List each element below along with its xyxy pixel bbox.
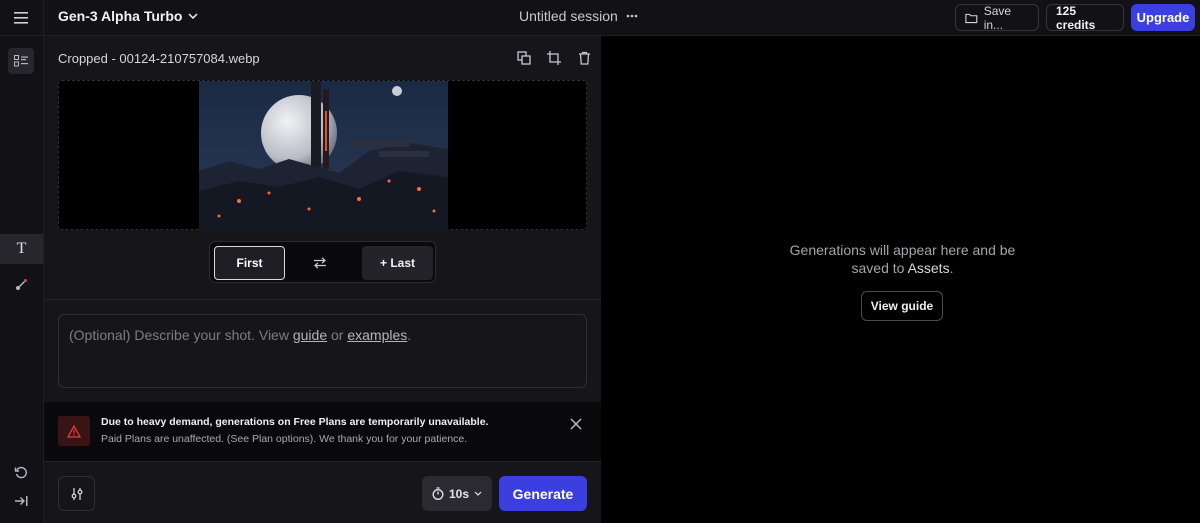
- footer-divider: [44, 461, 601, 462]
- menu-icon[interactable]: [10, 7, 32, 29]
- reset-icon[interactable]: [8, 460, 34, 486]
- upgrade-button[interactable]: Upgrade: [1131, 4, 1195, 31]
- demand-notice: Due to heavy demand, generations on Free…: [44, 402, 601, 461]
- session-title-area[interactable]: Untitled session: [519, 8, 638, 24]
- credits-label: 125 credits: [1056, 3, 1096, 32]
- collapse-icon[interactable]: [8, 488, 34, 514]
- empty-state-line1: Generations will appear here and be: [789, 242, 1016, 258]
- settings-button[interactable]: [58, 476, 95, 511]
- view-guide-label: View guide: [870, 299, 934, 313]
- close-icon[interactable]: [568, 416, 584, 432]
- file-name: Cropped - 00124-210757084.webp: [58, 51, 260, 66]
- chevron-down-icon: [188, 13, 198, 19]
- prompt-placeholder-suffix: .: [407, 327, 412, 343]
- swap-icon[interactable]: [309, 252, 331, 274]
- last-keyframe-label: + Last: [379, 256, 415, 270]
- sliders-icon: [71, 487, 82, 500]
- panel-divider: [44, 299, 601, 300]
- last-keyframe-button[interactable]: + Last: [362, 246, 433, 280]
- file-tools: [516, 50, 592, 66]
- chevron-down-icon: [474, 491, 482, 496]
- output-area: Generations will appear here and be save…: [601, 36, 1200, 523]
- empty-state-line2-suffix: .: [949, 260, 954, 276]
- session-title: Untitled session: [519, 8, 618, 24]
- model-name: Gen-3 Alpha Turbo: [58, 8, 183, 24]
- upgrade-label: Upgrade: [1136, 10, 1190, 25]
- keyframe-toggle: First + Last: [209, 241, 436, 283]
- app-root: Gen-3 Alpha Turbo Untitled session Save …: [0, 0, 1200, 523]
- assets-link[interactable]: Assets: [908, 260, 950, 276]
- notice-title: Due to heavy demand, generations on Free…: [101, 416, 489, 428]
- model-selector[interactable]: Gen-3 Alpha Turbo: [58, 8, 198, 24]
- duration-selector[interactable]: 10s: [422, 476, 492, 511]
- list-icon[interactable]: [8, 48, 34, 74]
- folder-icon: [965, 13, 978, 23]
- left-rail: T: [0, 36, 44, 523]
- empty-state-line2-prefix: saved to: [851, 260, 908, 276]
- generation-panel: Cropped - 00124-210757084.webp First + L…: [44, 36, 601, 523]
- crop-icon[interactable]: [546, 50, 562, 66]
- credits-button[interactable]: 125 credits: [1046, 3, 1124, 32]
- view-guide-button[interactable]: View guide: [861, 291, 943, 321]
- image-dropzone[interactable]: [58, 80, 587, 230]
- top-bar: Gen-3 Alpha Turbo Untitled session Save …: [0, 0, 1200, 36]
- more-icon[interactable]: [626, 14, 638, 18]
- warning-icon: [58, 416, 90, 446]
- header-divider: [43, 0, 44, 36]
- prompt-placeholder-prefix: (Optional) Describe your shot. View: [69, 327, 293, 343]
- save-in-label: Save in...: [983, 3, 1012, 32]
- first-keyframe-button[interactable]: First: [214, 246, 285, 280]
- first-keyframe-label: First: [236, 256, 263, 270]
- trash-icon[interactable]: [576, 50, 592, 66]
- empty-state-message: Generations will appear here and be save…: [601, 241, 1200, 277]
- generate-button[interactable]: Generate: [499, 476, 587, 511]
- generate-label: Generate: [512, 485, 574, 502]
- prompt-placeholder-middle: or: [327, 327, 348, 343]
- prompt-input[interactable]: (Optional) Describe your shot. View guid…: [58, 314, 587, 388]
- empty-state-line2: saved to Assets.: [601, 259, 1200, 277]
- brush-icon[interactable]: [8, 272, 34, 298]
- examples-link[interactable]: examples: [347, 327, 407, 343]
- guide-link[interactable]: guide: [293, 327, 327, 343]
- image-preview: [199, 81, 448, 230]
- duration-label: 10s: [448, 486, 470, 501]
- timer-icon: [432, 487, 444, 500]
- duplicate-icon[interactable]: [516, 50, 532, 66]
- save-in-button[interactable]: Save in...: [955, 3, 1039, 32]
- text-icon[interactable]: T: [0, 234, 43, 264]
- notice-body: Paid Plans are unaffected. (See Plan opt…: [101, 433, 468, 445]
